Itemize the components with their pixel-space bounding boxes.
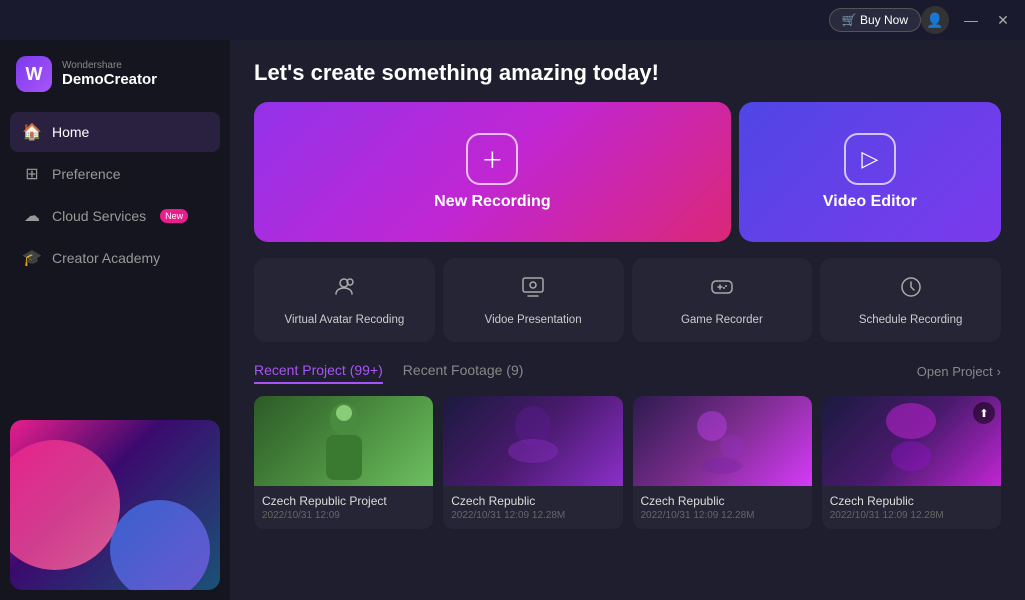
project-date-2: 2022/10/31 12:09 12.28M [451,510,614,521]
project-thumbnail-3 [633,396,812,486]
list-item[interactable]: ⬆ Czech Republic 2022/10/31 12:09 12.28M [822,396,1001,529]
video-presentation-card[interactable]: Vidoe Presentation [443,258,624,342]
buy-now-button[interactable]: 🛒 Buy Now [829,8,921,32]
sidebar-thumbnail [10,420,220,590]
action-grid: ＋ New Recording ▷ Video Editor [254,102,1001,242]
sidebar-item-academy-label: Creator Academy [52,250,160,266]
recent-grid: Czech Republic Project 2022/10/31 12:09 [254,396,1001,529]
cloud-icon: ☁ [22,206,42,226]
user-icon[interactable]: 👤 [921,6,949,34]
sidebar-item-home-label: Home [52,124,89,140]
logo-area: W Wondershare DemoCreator [0,40,230,112]
sidebar-item-preference-label: Preference [52,166,120,182]
upload-icon: ⬆ [973,402,995,424]
virtual-avatar-icon [331,274,357,306]
open-project-chevron: › [997,364,1001,379]
game-recorder-label: Game Recorder [681,314,763,326]
project-info-1: Czech Republic Project 2022/10/31 12:09 [254,486,433,529]
minimize-button[interactable]: — [957,6,985,34]
sidebar-item-preference[interactable]: ⊞ Preference [10,154,220,194]
open-project-link[interactable]: Open Project › [917,364,1001,379]
project-thumb-overlay-2 [443,396,622,486]
project-info-4: Czech Republic 2022/10/31 12:09 12.28M [822,486,1001,529]
nav-items: 🏠 Home ⊞ Preference ☁ Cloud Services New… [0,112,230,278]
game-recorder-card[interactable]: Game Recorder [632,258,813,342]
project-thumb-overlay-1 [254,396,433,486]
project-thumb-overlay-4: ⬆ [822,396,1001,486]
recent-section: Recent Project (99+) Recent Footage (9) … [254,358,1001,580]
new-recording-icon: ＋ [466,133,518,185]
sidebar-item-home[interactable]: 🏠 Home [10,112,220,152]
virtual-avatar-label: Virtual Avatar Recoding [284,314,404,326]
logo-icon: W [16,56,52,92]
project-name-4: Czech Republic [830,494,993,508]
video-editor-icon: ▷ [844,133,896,185]
video-presentation-icon [520,274,546,306]
sidebar-item-creator-academy[interactable]: 🎓 Creator Academy [10,238,220,278]
project-info-3: Czech Republic 2022/10/31 12:09 12.28M [633,486,812,529]
project-thumbnail-2 [443,396,622,486]
content-area: Let's create something amazing today! ＋ … [230,40,1025,600]
project-date-4: 2022/10/31 12:09 12.28M [830,510,993,521]
logo-name: DemoCreator [62,71,157,88]
sidebar-item-cloud-label: Cloud Services [52,208,146,224]
open-project-label: Open Project [917,364,993,379]
video-presentation-label: Vidoe Presentation [485,314,582,326]
new-recording-card[interactable]: ＋ New Recording [254,102,731,242]
logo-brand: Wondershare [62,60,157,71]
main-layout: W Wondershare DemoCreator 🏠 Home ⊞ Prefe… [0,40,1025,600]
project-thumbnail-4: ⬆ [822,396,1001,486]
project-date-3: 2022/10/31 12:09 12.28M [641,510,804,521]
thumbnail-art [10,420,220,590]
project-name-1: Czech Republic Project [262,494,425,508]
schedule-recording-card[interactable]: Schedule Recording [820,258,1001,342]
preference-icon: ⊞ [22,164,42,184]
project-name-3: Czech Republic [641,494,804,508]
game-recorder-icon [709,274,735,306]
project-thumbnail-1 [254,396,433,486]
video-editor-label: Video Editor [823,193,917,211]
recent-header: Recent Project (99+) Recent Footage (9) … [254,358,1001,384]
tools-grid: Virtual Avatar Recoding Vidoe Presentati… [254,258,1001,342]
home-icon: 🏠 [22,122,42,142]
list-item[interactable]: Czech Republic 2022/10/31 12:09 12.28M [443,396,622,529]
cloud-services-badge: New [160,209,188,223]
logo-text: Wondershare DemoCreator [62,60,157,88]
schedule-recording-icon [898,274,924,306]
sidebar-item-cloud-services[interactable]: ☁ Cloud Services New [10,196,220,236]
close-button[interactable]: ✕ [989,6,1017,34]
sidebar: W Wondershare DemoCreator 🏠 Home ⊞ Prefe… [0,40,230,600]
recent-tabs: Recent Project (99+) Recent Footage (9) [254,358,543,384]
title-bar: 🛒 Buy Now 👤 — ✕ [0,0,1025,40]
project-name-2: Czech Republic [451,494,614,508]
list-item[interactable]: Czech Republic 2022/10/31 12:09 12.28M [633,396,812,529]
video-editor-card[interactable]: ▷ Video Editor [739,102,1001,242]
page-title: Let's create something amazing today! [254,60,1001,86]
list-item[interactable]: Czech Republic Project 2022/10/31 12:09 [254,396,433,529]
window-controls: — ✕ [957,6,1017,34]
project-thumb-overlay-3 [633,396,812,486]
project-date-1: 2022/10/31 12:09 [262,510,425,521]
new-recording-label: New Recording [434,193,550,211]
virtual-avatar-card[interactable]: Virtual Avatar Recoding [254,258,435,342]
project-info-2: Czech Republic 2022/10/31 12:09 12.28M [443,486,622,529]
academy-icon: 🎓 [22,248,42,268]
schedule-recording-label: Schedule Recording [859,314,963,326]
tab-recent-footage[interactable]: Recent Footage (9) [403,358,524,384]
tab-recent-project[interactable]: Recent Project (99+) [254,358,383,384]
